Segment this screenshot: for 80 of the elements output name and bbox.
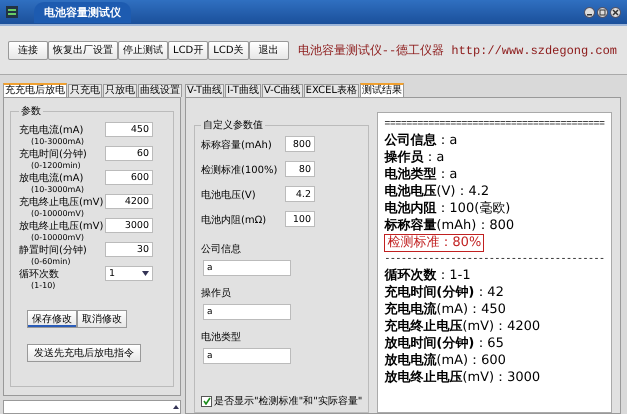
- result-line: 公司信息：a: [384, 132, 458, 149]
- tab[interactable]: V-T曲线: [185, 84, 224, 97]
- edit-button[interactable]: 取消修改: [77, 310, 127, 328]
- tab[interactable]: 只放电: [103, 84, 137, 97]
- app-icon: [6, 6, 18, 18]
- result-line: 放电终止电压(mV)：3000: [384, 369, 540, 386]
- parameter-label: 放电电流(mA): [19, 172, 84, 185]
- value-input[interactable]: 4.2: [285, 186, 315, 202]
- tab[interactable]: 只充电: [68, 84, 102, 97]
- text-input[interactable]: a: [203, 304, 291, 320]
- tab[interactable]: I-T曲线: [225, 84, 261, 97]
- field-label: 电池内阻(mΩ): [201, 214, 268, 227]
- field-label: 检测标准(100%): [201, 164, 278, 177]
- tab[interactable]: 充充电后放电: [3, 83, 67, 97]
- parameter-label: 静置时间(分钟): [19, 244, 88, 257]
- field-label: 电池电压(V): [201, 188, 257, 202]
- close-icon[interactable]: [610, 6, 621, 18]
- parameter-label: 充电电流(mA): [19, 124, 84, 137]
- tab[interactable]: 曲线设置: [138, 84, 182, 97]
- range-hint: (10-3000mA): [30, 137, 85, 146]
- text-input[interactable]: a: [203, 260, 291, 276]
- result-line: 放电时间(分钟)：65: [384, 335, 504, 352]
- result-line: 充电电流(mA)：450: [384, 301, 506, 318]
- value-input[interactable]: 800: [285, 136, 315, 152]
- dropdown-arrow-icon: [142, 271, 149, 276]
- send-command-button[interactable]: 发送先充电后放电指令: [27, 344, 141, 362]
- parameter-input[interactable]: 3000: [105, 218, 153, 233]
- field-label: 操作员: [201, 287, 232, 300]
- range-hint: (0-10000mV): [30, 233, 85, 242]
- toolbar-button[interactable]: 恢复出厂设置: [48, 40, 118, 60]
- group-title: 自定义参数值: [202, 118, 264, 132]
- result-line: 操作员：a: [384, 149, 444, 166]
- range-hint: (0-60min): [30, 257, 72, 266]
- value-input[interactable]: 100: [285, 211, 315, 227]
- parameter-input[interactable]: 60: [105, 146, 153, 161]
- tab[interactable]: V-C曲线: [262, 84, 303, 97]
- toolbar-button[interactable]: 退出: [248, 40, 289, 60]
- toolbar-button[interactable]: LCD关: [208, 40, 249, 60]
- range-hint: (0-1200min): [30, 161, 82, 170]
- checkbox-label: 是否显示"检测标准"和"实际容量": [214, 394, 362, 408]
- separator-text: ========================================: [384, 118, 604, 132]
- tab[interactable]: 测试结果: [360, 83, 404, 97]
- maximize-icon[interactable]: [597, 6, 608, 18]
- result-line: 循环次数：1-1: [384, 267, 471, 284]
- brand-text: 电池容量测试仪--德工仪器 http://www.szdegong.com: [298, 42, 617, 58]
- toolbar-button[interactable]: LCD开: [168, 40, 208, 60]
- result-line: 放电电流(mA)：600: [384, 352, 506, 369]
- checkbox[interactable]: [201, 396, 212, 406]
- field-label: 公司信息: [201, 242, 242, 256]
- field-label: 标称容量(mAh): [201, 138, 273, 152]
- toolbar-button[interactable]: 停止测试: [118, 40, 168, 60]
- scroll-up-icon[interactable]: [172, 403, 180, 411]
- parameter-label: 充电时间(分钟): [19, 148, 88, 161]
- result-line: 标称容量(mAh)：800: [384, 217, 514, 234]
- separator-text: ----------------------------------------: [384, 253, 604, 267]
- group-title: 参数: [20, 104, 42, 118]
- result-line: 充电终止电压(mV)：4200: [384, 318, 540, 335]
- parameter-input[interactable]: 30: [105, 242, 153, 257]
- parameter-input[interactable]: 600: [105, 170, 153, 185]
- field-label: 电池类型: [201, 330, 242, 344]
- parameter-label: 循环次数: [19, 268, 60, 281]
- range-hint: (1-10): [30, 281, 56, 290]
- cycle-select[interactable]: 1: [105, 266, 153, 281]
- value-input[interactable]: 80: [285, 161, 315, 177]
- parameter-input[interactable]: 4200: [105, 194, 153, 209]
- result-line: 电池电压(V)：4.2: [384, 183, 490, 200]
- toolbar-button[interactable]: 连接: [8, 40, 48, 60]
- range-hint: (0-10000mV): [30, 209, 85, 218]
- range-hint: (10-3000mA): [30, 185, 85, 194]
- result-line: 充电时间(分钟)：42: [384, 284, 504, 301]
- window-title: 电池容量测试仪: [34, 2, 131, 22]
- parameter-input[interactable]: 450: [105, 122, 153, 137]
- log-field[interactable]: [3, 400, 181, 414]
- text-input[interactable]: a: [203, 348, 291, 364]
- result-line: 电池类型：a: [384, 166, 458, 183]
- result-line: 电池内阻：100(毫欧): [384, 200, 510, 217]
- minimize-icon[interactable]: [584, 6, 595, 18]
- highlighted-result: 检测标准：80%: [384, 234, 484, 252]
- edit-button[interactable]: 保存修改: [27, 310, 77, 328]
- tab[interactable]: EXCEL表格: [304, 84, 359, 97]
